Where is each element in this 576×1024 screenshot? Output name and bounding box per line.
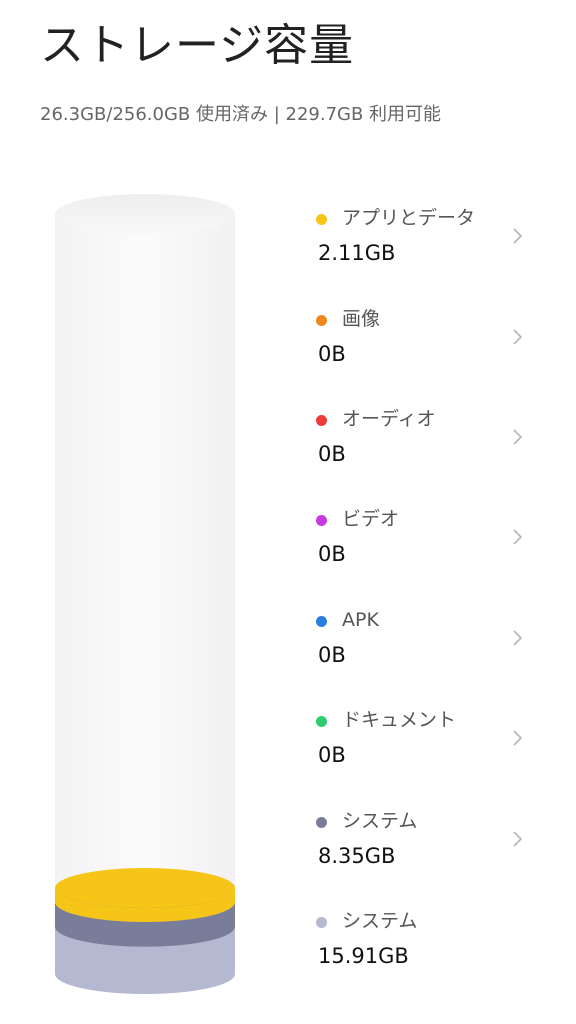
category-row-audio[interactable]: オーディオ 0B <box>310 401 540 473</box>
audio-color-dot <box>316 415 327 426</box>
category-label: アプリとデータ <box>342 207 476 229</box>
storage-summary: 26.3GB/256.0GB 使用済み | 229.7GB 利用可能 <box>40 104 442 125</box>
chevron-right-icon <box>513 730 523 746</box>
chevron-right-icon <box>513 228 523 244</box>
system-color-dot <box>316 817 327 828</box>
category-label: オーディオ <box>342 408 436 430</box>
category-size: 8.35GB <box>318 844 396 868</box>
category-size: 0B <box>318 542 346 566</box>
category-label: システム <box>342 810 418 832</box>
category-row-video[interactable]: ビデオ 0B <box>310 501 540 573</box>
category-row-apps[interactable]: アプリとデータ 2.11GB <box>310 200 540 272</box>
chevron-right-icon <box>513 429 523 445</box>
video-color-dot <box>316 515 327 526</box>
category-size: 0B <box>318 442 346 466</box>
storage-cylinder-chart <box>40 180 250 1020</box>
category-size: 2.11GB <box>318 241 396 265</box>
cylinder-segments <box>55 867 235 994</box>
chevron-right-icon <box>513 329 523 345</box>
category-size: 15.91GB <box>318 944 409 968</box>
system-reserved-color-dot <box>316 917 327 928</box>
category-row-documents[interactable]: ドキュメント 0B <box>310 702 540 774</box>
cylinder-body <box>55 194 235 974</box>
category-row-apk[interactable]: APK 0B <box>310 602 540 674</box>
chevron-right-icon <box>513 831 523 847</box>
category-row-images[interactable]: 画像 0B <box>310 301 540 373</box>
category-label: システム <box>342 910 418 932</box>
category-label: ビデオ <box>342 508 400 530</box>
apk-color-dot <box>316 616 327 627</box>
chevron-right-icon <box>513 630 523 646</box>
documents-color-dot <box>316 716 327 727</box>
category-row-system-reserved: システム 15.91GB <box>310 903 540 975</box>
cylinder-top-cap <box>55 194 235 234</box>
storage-segment-cap <box>55 867 235 908</box>
images-color-dot <box>316 315 327 326</box>
apps-color-dot <box>316 214 327 225</box>
category-size: 0B <box>318 342 346 366</box>
chevron-right-icon <box>513 529 523 545</box>
page-title: ストレージ容量 <box>40 20 355 71</box>
storage-cylinder-svg <box>55 194 235 994</box>
cylinder-shell <box>55 214 235 974</box>
category-label: APK <box>342 609 379 631</box>
category-row-system[interactable]: システム 8.35GB <box>310 803 540 875</box>
category-size: 0B <box>318 743 346 767</box>
category-size: 0B <box>318 643 346 667</box>
category-label: ドキュメント <box>342 709 457 731</box>
category-label: 画像 <box>342 308 381 330</box>
